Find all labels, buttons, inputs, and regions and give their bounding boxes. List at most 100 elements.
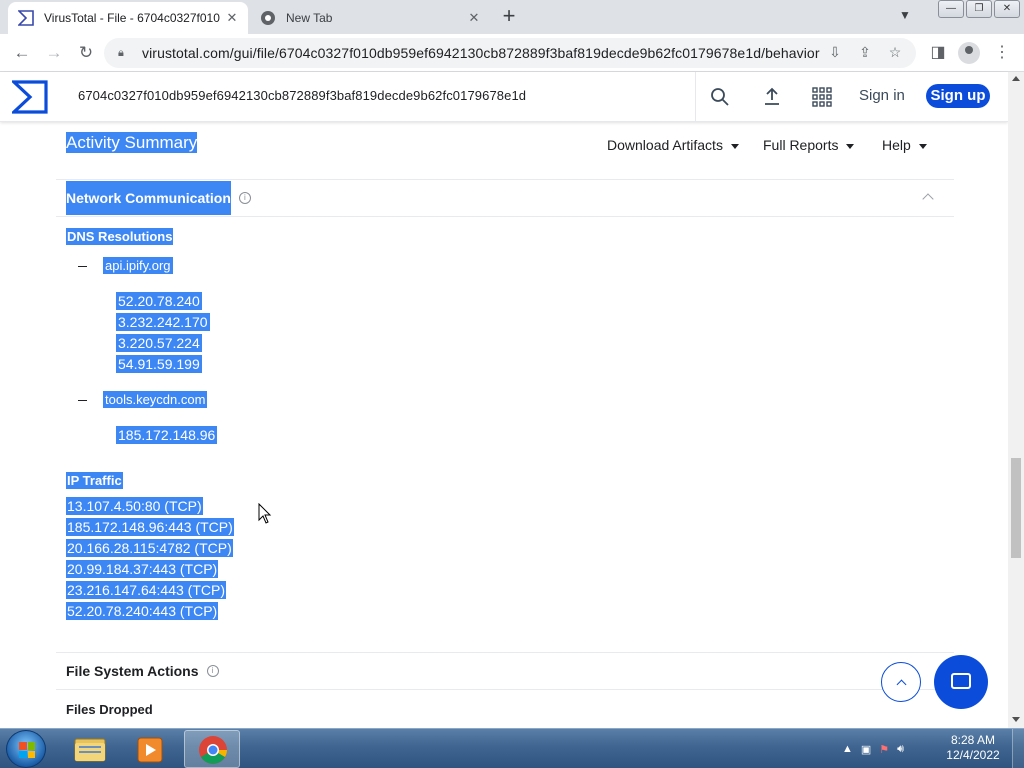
mouse-cursor-icon xyxy=(258,503,272,524)
network-icon[interactable]: ▣ xyxy=(861,743,871,756)
show-hidden-icons-icon[interactable]: ▲ xyxy=(842,743,853,755)
taskbar-chrome[interactable] xyxy=(184,730,240,768)
sign-up-button[interactable]: Sign up xyxy=(926,84,990,108)
caret-down-icon xyxy=(918,143,927,149)
chrome-favicon-icon xyxy=(261,11,275,25)
scroll-up-arrow-icon[interactable] xyxy=(1012,76,1020,81)
address-bar[interactable]: 🔒︎ virustotal.com/gui/file/6704c0327f010… xyxy=(104,38,916,68)
upload-icon[interactable] xyxy=(761,86,783,108)
profile-avatar[interactable] xyxy=(958,42,980,64)
show-desktop-button[interactable] xyxy=(1012,729,1024,768)
taskbar-media-player[interactable] xyxy=(122,730,178,768)
scroll-down-arrow-icon[interactable] xyxy=(1012,717,1020,722)
activity-summary-bar: Activity Summary xyxy=(66,132,198,153)
download-artifacts-dropdown[interactable]: Download Artifacts xyxy=(607,137,739,153)
ip-traffic-item[interactable]: 20.99.184.37:443 (TCP) xyxy=(66,560,219,578)
chrome-icon xyxy=(199,736,227,764)
file-system-actions-header[interactable]: File System Actions i xyxy=(66,663,219,679)
windows-taskbar: ▲ ▣ ⚑ 🔊︎ 8:28 AM 12/4/2022 xyxy=(0,728,1024,768)
ip-traffic-item[interactable]: 23.216.147.64:443 (TCP) xyxy=(66,581,226,599)
ip-traffic-item[interactable]: 185.172.148.96:443 (TCP) xyxy=(66,518,234,536)
dropdown-label: Download Artifacts xyxy=(607,137,723,153)
dns-ip[interactable]: 52.20.78.240 xyxy=(116,292,202,310)
info-icon[interactable]: i xyxy=(238,191,251,204)
full-reports-dropdown[interactable]: Full Reports xyxy=(763,137,855,153)
dropdown-label: Help xyxy=(882,137,911,153)
close-window-button[interactable]: ✕ xyxy=(994,0,1020,18)
sign-in-link[interactable]: Sign in xyxy=(859,87,905,104)
virustotal-favicon-icon xyxy=(18,10,34,26)
list-dash xyxy=(78,266,87,267)
tab-virustotal[interactable]: VirusTotal - File - 6704c0327f010 ✕ xyxy=(8,2,248,34)
taskbar-clock[interactable]: 8:28 AM 12/4/2022 xyxy=(938,733,1008,763)
dns-ip[interactable]: 185.172.148.96 xyxy=(116,426,218,444)
minimize-button[interactable]: — xyxy=(938,0,964,18)
page-scrollbar[interactable] xyxy=(1008,72,1024,728)
header-divider xyxy=(695,72,696,122)
search-input[interactable]: 6704c0327f010db959ef6942130cb872889f3baf… xyxy=(78,88,526,103)
start-button[interactable] xyxy=(6,730,46,768)
section-title: Network Communication xyxy=(66,180,231,215)
clock-date: 12/4/2022 xyxy=(946,748,1000,762)
browser-toolbar: ← → ↻ 🔒︎ virustotal.com/gui/file/6704c03… xyxy=(0,34,1024,72)
scroll-to-top-button[interactable] xyxy=(881,662,921,702)
dns-ip[interactable]: 54.91.59.199 xyxy=(116,355,202,373)
ip-traffic-item[interactable]: 13.107.4.50:80 (TCP) xyxy=(66,497,203,515)
dns-ip[interactable]: 3.220.57.224 xyxy=(116,334,202,352)
dns-host[interactable]: api.ipify.org xyxy=(103,257,173,274)
ip-traffic-item[interactable]: 20.166.28.115:4782 (TCP) xyxy=(66,539,233,557)
network-communication-header[interactable]: Network Communication i xyxy=(66,180,251,215)
tab-title: VirusTotal - File - 6704c0327f010 xyxy=(44,11,220,25)
ip-traffic-item[interactable]: 52.20.78.240:443 (TCP) xyxy=(66,602,219,620)
new-tab-button[interactable]: + xyxy=(498,5,520,28)
dropdown-label: Full Reports xyxy=(763,137,839,153)
close-tab-icon[interactable]: ✕ xyxy=(224,10,240,26)
virustotal-logo-icon[interactable] xyxy=(12,80,48,114)
chat-bubble-icon xyxy=(951,673,971,689)
dns-host[interactable]: tools.keycdn.com xyxy=(103,391,208,408)
caret-down-icon xyxy=(730,143,739,149)
action-center-flag-icon[interactable]: ⚑ xyxy=(879,743,889,756)
volume-icon[interactable]: 🔊︎ xyxy=(897,743,904,756)
address-url: virustotal.com/gui/file/6704c0327f010db9… xyxy=(142,45,820,61)
folder-icon xyxy=(74,738,106,762)
install-app-icon[interactable]: ⇩ xyxy=(826,44,844,62)
tab-search-chevron-icon[interactable]: ▼ xyxy=(896,8,914,26)
help-dropdown[interactable]: Help xyxy=(882,137,927,153)
back-arrow-icon[interactable]: ← xyxy=(12,43,32,63)
chrome-menu-icon[interactable]: ⋮ xyxy=(992,43,1012,63)
info-icon[interactable]: i xyxy=(206,665,219,677)
ip-traffic-title: IP Traffic xyxy=(66,472,123,489)
divider xyxy=(56,652,954,653)
lock-icon: 🔒︎ xyxy=(118,46,124,59)
divider xyxy=(56,216,954,217)
taskbar-explorer[interactable] xyxy=(62,730,118,768)
close-tab-icon[interactable]: ✕ xyxy=(466,10,482,26)
bookmark-star-icon[interactable]: ☆ xyxy=(886,44,904,62)
collapse-chevron-icon[interactable] xyxy=(922,193,934,205)
media-player-icon xyxy=(137,737,163,763)
list-dash xyxy=(78,400,87,401)
share-icon[interactable]: ⇪ xyxy=(856,44,874,62)
vt-header: 6704c0327f010db959ef6942130cb872889f3baf… xyxy=(0,72,1008,122)
tab-title: New Tab xyxy=(286,11,333,25)
dns-resolutions-title: DNS Resolutions xyxy=(66,228,174,245)
scrollbar-thumb[interactable] xyxy=(1011,458,1021,558)
tab-new-tab[interactable]: New Tab ✕ xyxy=(250,2,490,34)
forward-arrow-icon[interactable]: → xyxy=(44,43,64,63)
restore-button[interactable]: ❐ xyxy=(966,0,992,18)
search-icon[interactable] xyxy=(709,86,731,108)
windows-logo-icon xyxy=(19,742,35,758)
apps-grid-icon[interactable] xyxy=(811,86,833,108)
dns-ip[interactable]: 3.232.242.170 xyxy=(116,313,210,331)
files-dropped-title: Files Dropped xyxy=(66,702,153,717)
browser-tab-strip: VirusTotal - File - 6704c0327f010 ✕ New … xyxy=(0,0,1024,34)
divider xyxy=(56,689,954,690)
section-title: File System Actions xyxy=(66,663,199,679)
caret-down-icon xyxy=(846,143,855,149)
side-panel-icon[interactable]: ◨ xyxy=(928,43,948,63)
clock-time: 8:28 AM xyxy=(950,733,996,747)
page-title: Activity Summary xyxy=(66,132,198,153)
reload-icon[interactable]: ↻ xyxy=(76,43,96,63)
chat-button[interactable] xyxy=(934,655,988,709)
